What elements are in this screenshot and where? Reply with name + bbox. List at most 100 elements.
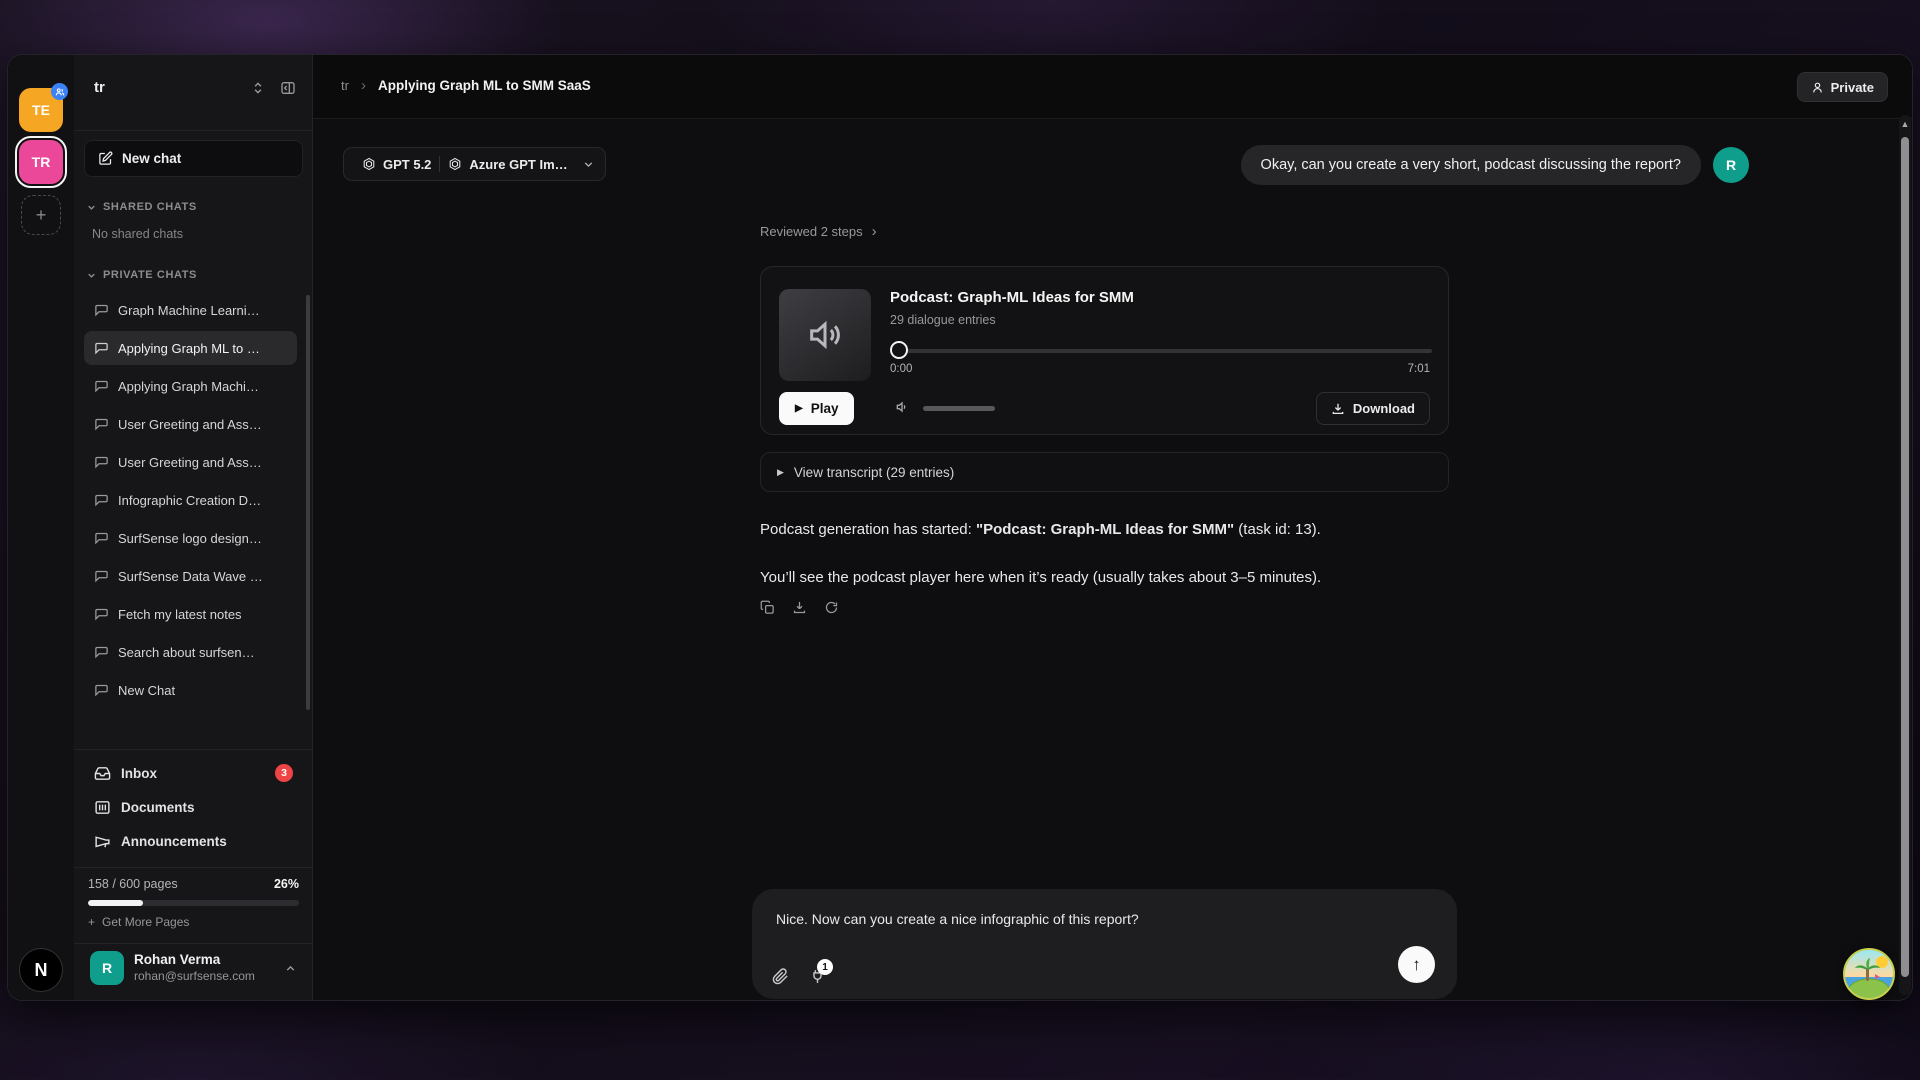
new-chat-label: New chat: [122, 151, 181, 166]
chat-item-label: SurfSense logo design…: [118, 531, 262, 546]
connectors-button[interactable]: 1: [809, 968, 826, 985]
send-button[interactable]: ↑: [1398, 946, 1435, 983]
chat-item[interactable]: Infographic Creation D…: [84, 483, 297, 517]
get-more-pages-button[interactable]: + Get More Pages: [88, 915, 189, 929]
user-chat-avatar: R: [1713, 147, 1749, 183]
workspace-te[interactable]: TE: [19, 88, 63, 132]
podcast-seek-slider[interactable]: [890, 341, 1432, 359]
workspace-rail: TE TR + N: [8, 55, 74, 1000]
model-primary-label: GPT 5.2: [383, 157, 431, 172]
divider: [74, 867, 312, 868]
inbox-unread-badge: 3: [275, 764, 293, 782]
inbox-label: Inbox: [121, 766, 157, 781]
chevron-up-icon: [284, 962, 297, 975]
podcast-eta-message: You’ll see the podcast player here when …: [760, 569, 1460, 586]
collapse-sidebar-icon[interactable]: [278, 78, 298, 98]
chat-bubble-icon: [94, 341, 109, 356]
send-arrow-icon: ↑: [1412, 955, 1421, 975]
nextjs-dev-button[interactable]: N: [19, 948, 63, 992]
copy-icon[interactable]: [760, 600, 775, 615]
regenerate-icon[interactable]: [824, 600, 839, 615]
pages-percent-text: 26%: [274, 877, 299, 891]
podcast-status-message: Podcast generation has started: "Podcast…: [760, 521, 1460, 538]
sidebar-header: tr: [74, 55, 312, 131]
inbox-icon: [94, 765, 111, 782]
sidebar-scrollbar[interactable]: [306, 295, 310, 710]
chevron-down-icon: [582, 158, 595, 171]
chat-item[interactable]: User Greeting and Ass…: [84, 407, 297, 441]
reviewed-steps-toggle[interactable]: Reviewed 2 steps ›: [760, 223, 877, 240]
play-button[interactable]: ▶ Play: [779, 392, 854, 425]
pages-progress-fill: [88, 900, 143, 906]
chat-item-label: Fetch my latest notes: [118, 607, 242, 622]
chat-item-label: Applying Graph ML to …: [118, 341, 260, 356]
sidebar: tr New chat SHARED CHATS No shared chats: [74, 55, 313, 1000]
person-icon: [1811, 81, 1824, 94]
main-scrollbar[interactable]: ▲: [1899, 115, 1911, 995]
podcast-player-card: Podcast: Graph-ML Ideas for SMM 29 dialo…: [760, 266, 1449, 435]
sidebar-item-documents[interactable]: Documents: [84, 791, 303, 823]
new-chat-button[interactable]: New chat: [84, 140, 303, 177]
status-podcast-name: "Podcast: Graph-ML Ideas for SMM": [976, 521, 1234, 538]
composer-input[interactable]: Nice. Now can you create a nice infograp…: [776, 911, 1139, 927]
chat-bubble-icon: [94, 493, 109, 508]
play-label: Play: [811, 401, 839, 416]
chat-item[interactable]: User Greeting and Ass…: [84, 445, 297, 479]
usage-summary: 158 / 600 pages 26%: [88, 877, 299, 891]
model-secondary[interactable]: Azure GPT Im…: [440, 157, 575, 172]
private-chats-section-header[interactable]: PRIVATE CHATS: [86, 269, 197, 281]
island-emoji-button[interactable]: [1843, 948, 1895, 1000]
seek-thumb[interactable]: [890, 341, 908, 359]
pages-used-text: 158 / 600 pages: [88, 877, 178, 891]
chat-item-label: Graph Machine Learni…: [118, 303, 260, 318]
download-button[interactable]: Download: [1316, 392, 1430, 425]
volume-icon[interactable]: [894, 399, 910, 415]
shared-users-badge-icon: [51, 83, 68, 100]
chat-item[interactable]: Search about surfsen…: [84, 635, 297, 669]
attach-file-button[interactable]: [772, 968, 789, 985]
chevron-down-icon: [86, 270, 97, 281]
message-composer[interactable]: Nice. Now can you create a nice infograp…: [752, 889, 1457, 999]
model-selector[interactable]: GPT 5.2 Azure GPT Im…: [343, 147, 606, 181]
visibility-private-button[interactable]: Private: [1797, 72, 1888, 102]
private-label: Private: [1831, 80, 1874, 95]
chevron-right-icon: ›: [872, 223, 877, 240]
pages-progress-bar: [88, 900, 299, 906]
chat-item-active[interactable]: Applying Graph ML to …: [84, 331, 297, 365]
chat-item[interactable]: New Chat: [84, 673, 297, 707]
chat-item[interactable]: Graph Machine Learni…: [84, 293, 297, 327]
chat-item[interactable]: SurfSense Data Wave …: [84, 559, 297, 593]
breadcrumb-workspace[interactable]: tr: [341, 78, 349, 93]
view-transcript-toggle[interactable]: ▶ View transcript (29 entries): [760, 452, 1449, 492]
documents-icon: [94, 799, 111, 816]
sidebar-item-inbox[interactable]: Inbox 3: [84, 757, 303, 789]
user-account-button[interactable]: R Rohan Verma rohan@surfsense.com: [82, 944, 305, 992]
chat-bubble-icon: [94, 417, 109, 432]
scroll-up-arrow[interactable]: ▲: [1899, 119, 1911, 129]
shared-chats-section-header[interactable]: SHARED CHATS: [86, 201, 197, 213]
podcast-current-time: 0:00: [890, 363, 912, 375]
workspace-tr[interactable]: TR: [19, 140, 63, 184]
chat-item[interactable]: Fetch my latest notes: [84, 597, 297, 631]
scrollbar-thumb[interactable]: [1901, 137, 1909, 977]
model-primary[interactable]: GPT 5.2: [354, 157, 439, 172]
chat-item[interactable]: SurfSense logo design…: [84, 521, 297, 555]
compose-icon: [98, 151, 113, 166]
chat-item-label: Infographic Creation D…: [118, 493, 261, 508]
sidebar-item-announcements[interactable]: Announcements: [84, 825, 303, 857]
documents-label: Documents: [121, 800, 195, 815]
chat-item-label: User Greeting and Ass…: [118, 417, 262, 432]
chat-bubble-icon: [94, 379, 109, 394]
download-message-icon[interactable]: [792, 600, 807, 615]
chat-bubble-icon: [94, 303, 109, 318]
workspace-switcher-icon[interactable]: [248, 78, 268, 98]
chat-item[interactable]: Applying Graph Machi…: [84, 369, 297, 403]
paperclip-icon: [772, 968, 789, 985]
add-workspace-button[interactable]: +: [21, 195, 61, 235]
seek-track: [890, 349, 1432, 353]
podcast-total-time: 7:01: [1408, 363, 1430, 375]
workspace-tr-initials: TR: [32, 154, 51, 170]
workspace-title: tr: [94, 79, 105, 96]
volume-slider[interactable]: [923, 406, 995, 411]
status-suffix: (task id: 13).: [1234, 521, 1321, 538]
